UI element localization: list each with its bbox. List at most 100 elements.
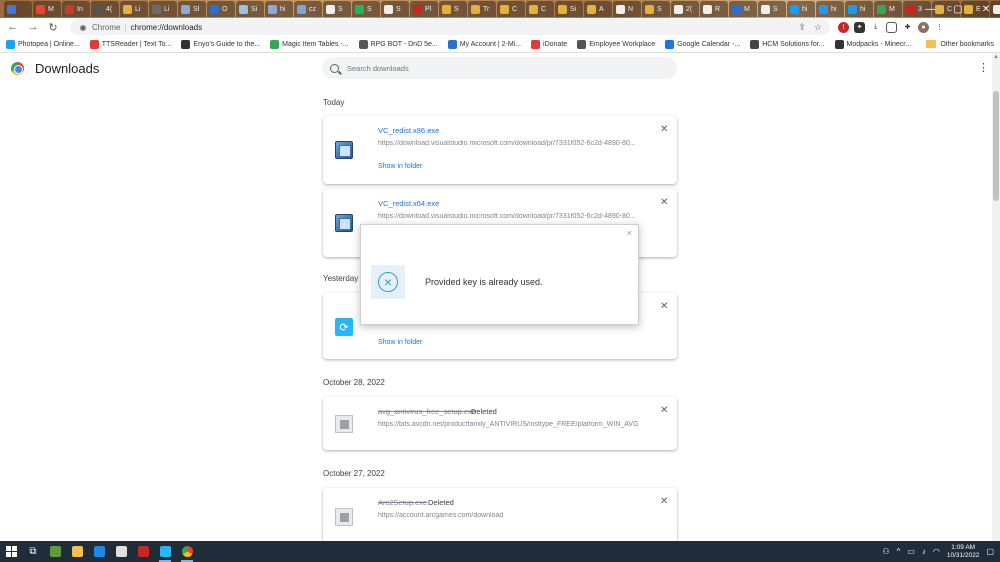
minimize-icon[interactable]: — [916,0,944,18]
browser-tab[interactable]: In [62,1,90,17]
wifi-icon[interactable]: ◠ [933,547,940,556]
more-options-icon[interactable]: ⋮ [978,61,989,74]
browser-tab[interactable]: 4( [91,1,119,17]
dialog-message: Provided key is already used. [425,277,543,287]
clock-time: 1:09 AM [951,543,976,551]
browser-tab[interactable]: M [729,1,757,17]
remove-download-icon[interactable]: ✕ [660,124,668,135]
extension-red-icon[interactable]: ! [838,21,849,33]
start-button[interactable] [0,541,22,562]
download-file-name[interactable]: VC_redist.x64.exe [378,199,439,208]
other-bookmarks[interactable]: Other bookmarks [926,40,994,48]
mail-icon[interactable] [88,541,110,562]
remove-download-icon[interactable]: ✕ [660,405,668,416]
tray-chevron-icon[interactable]: ^ [897,547,901,556]
bookmark-item[interactable]: TTSReader | Text To... [89,39,171,49]
browser-tab[interactable]: hi [845,1,873,17]
store-icon[interactable] [110,541,132,562]
volume-icon[interactable]: ♪ [922,547,926,556]
browser-tab[interactable]: Sl [178,1,206,17]
clock[interactable]: 1:09 AM 10/31/2022 [947,544,980,560]
browser-tab[interactable]: S [642,1,670,17]
browser-tab[interactable]: S [758,1,786,17]
browser-tab[interactable]: Si [555,1,583,17]
download-file-name[interactable]: VC_redist.x86.exe [378,126,439,135]
browser-tab[interactable]: A [584,1,612,17]
show-in-folder-link[interactable]: Show in folder [378,163,422,170]
extensions-puzzle-icon[interactable]: ✚ [902,21,913,33]
browser-tab[interactable]: cz [294,1,322,17]
remove-download-icon[interactable]: ✕ [660,197,668,208]
download-url[interactable]: https://account.arcgames.com/download [378,512,638,519]
browser-tab[interactable]: Tr [468,1,496,17]
browser-tab[interactable]: Pl [410,1,438,17]
bookmark-item[interactable]: HCM Solutions for... [750,39,825,49]
sidebar-toggle-icon[interactable] [886,21,897,33]
maximize-icon[interactable]: ▢ [944,0,972,18]
browser-tab[interactable]: S [381,1,409,17]
bookmark-item[interactable]: My Account | 2-Mi... [447,39,521,49]
bookmark-item[interactable]: Employee Workplace [577,39,655,49]
browser-tab[interactable]: O [207,1,235,17]
browser-tab[interactable]: hi [265,1,293,17]
bookmark-item[interactable]: Photopea | Online... [6,39,80,49]
page-scrollbar[interactable]: ▲ [992,53,1000,541]
download-url[interactable]: https://download.visualstudio.microsoft.… [378,140,638,147]
browser-tab[interactable] [4,1,32,17]
sync-app-icon[interactable] [154,541,176,562]
bookmark-item[interactable]: Modpacks - Minecr... [834,39,911,49]
browser-tab[interactable]: hi [787,1,815,17]
download-icon[interactable]: ⤓ [870,21,881,33]
address-bar[interactable]: ◉ Chrome | chrome://downloads ⇪ ☆ [70,19,830,35]
media-app-icon[interactable] [132,541,154,562]
browser-tab[interactable]: Li [149,1,177,17]
extension-dark-icon[interactable]: ✦ [854,21,865,33]
bookmark-item[interactable]: Google Calendar -... [665,39,740,49]
tab-strip: M In 4(Li Li Sl O Si hi cz S S S Pl S Tr C C Si A N S 2(R M Shi… [0,0,1000,18]
browser-tab[interactable]: R [700,1,728,17]
notifications-icon[interactable]: ▢ [986,547,994,556]
download-file-name: avg_antivirus_free_setup.exe [378,407,476,416]
file-explorer-icon[interactable] [66,541,88,562]
search-downloads-input[interactable] [347,63,647,73]
back-arrow-icon[interactable]: ← [4,18,22,36]
search-downloads-box[interactable] [322,57,677,79]
browser-tab[interactable]: C [526,1,554,17]
browser-tab[interactable]: S [352,1,380,17]
browser-tab[interactable]: C [497,1,525,17]
browser-tab[interactable]: Li [120,1,148,17]
people-icon[interactable]: ⚇ [882,547,889,556]
share-icon[interactable]: ⇪ [798,22,806,33]
download-url[interactable]: https://bits.avcdn.net/productfamily_ANT… [378,421,638,428]
browser-tab[interactable]: S [439,1,467,17]
browser-menu-icon[interactable]: ⋮ [934,21,945,33]
bookmark-item[interactable]: Enyo's Guide to the... [181,39,260,49]
remove-download-icon[interactable]: ✕ [660,496,668,507]
task-view-icon[interactable]: ⧉ [22,541,44,562]
browser-tab[interactable]: 2( [671,1,699,17]
close-window-icon[interactable]: ✕ [972,0,1000,18]
profile-avatar[interactable]: ● [918,21,929,33]
reload-icon[interactable]: ↻ [44,18,62,36]
show-in-folder-link[interactable]: Show in folder [378,339,422,346]
browser-tab[interactable]: S [323,1,351,17]
forward-arrow-icon[interactable]: → [24,18,42,36]
bookmark-star-icon[interactable]: ☆ [814,22,822,33]
chrome-info-icon[interactable]: ◉ [78,22,88,32]
bookmark-item[interactable]: iDonate [531,39,567,49]
bookmark-item[interactable]: Magic Item Tables -... [270,39,349,49]
browser-tab[interactable]: hi [816,1,844,17]
remove-download-icon[interactable]: ✕ [660,301,668,312]
browser-tab[interactable]: M [874,1,902,17]
scrollbar-thumb[interactable] [993,91,999,201]
download-url[interactable]: https://download.visualstudio.microsoft.… [378,213,638,220]
browser-tab[interactable]: M [33,1,61,17]
dialog-close-icon[interactable]: × [627,228,632,238]
network-icon[interactable]: ▭ [907,547,915,556]
chrome-taskbar-icon[interactable] [176,541,198,562]
bookmark-item[interactable]: RPG BOT - DnD 5e... [358,39,438,49]
browser-tab[interactable]: N [613,1,641,17]
scroll-up-arrow-icon[interactable]: ▲ [993,54,999,60]
browser-tab[interactable]: Si [236,1,264,17]
minecraft-icon[interactable] [44,541,66,562]
